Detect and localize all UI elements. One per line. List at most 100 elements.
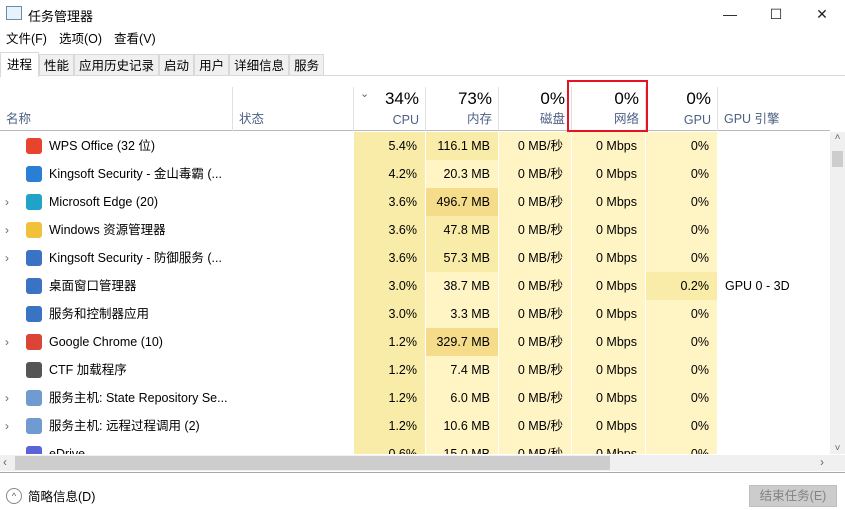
- horizontal-scroll-thumb[interactable]: [15, 456, 610, 470]
- process-row[interactable]: › 服务主机: State Repository Se... 1.2% 6.0 MB…: [0, 384, 830, 412]
- horizontal-scrollbar[interactable]: ‹ ›: [0, 455, 845, 471]
- menu-bar: 文件(F) 选项(O) 查看(V): [0, 29, 162, 49]
- column-disk[interactable]: 0% 磁盘: [498, 87, 571, 131]
- vertical-scrollbar[interactable]: ˄ ˅: [830, 132, 845, 454]
- process-cpu: 1.2%: [353, 384, 425, 412]
- expand-chevron-icon[interactable]: ›: [5, 244, 9, 272]
- process-name: Google Chrome (10): [49, 335, 163, 349]
- minimize-button[interactable]: —: [707, 0, 753, 28]
- process-row[interactable]: CTF 加载程序 1.2% 7.4 MB 0 MB/秒 0 Mbps 0%: [0, 356, 830, 384]
- memory-label: 内存: [466, 112, 492, 126]
- process-row[interactable]: › Microsoft Edge (20) 3.6% 496.7 MB 0 MB/秒 0…: [0, 188, 830, 216]
- tab-processes[interactable]: 进程: [0, 52, 40, 77]
- process-mem: 329.7 MB: [425, 328, 498, 356]
- process-disk: 0 MB/秒: [498, 300, 571, 328]
- footer: ^ 简略信息(D) 结束任务(E): [0, 472, 845, 510]
- process-gpu-engine: [717, 328, 830, 356]
- process-net: 0 Mbps: [571, 412, 645, 440]
- scroll-left-icon[interactable]: ‹: [3, 455, 7, 469]
- process-cpu: 3.0%: [353, 300, 425, 328]
- column-header: 名称 状态 ⌄ 34% CPU 73% 内存 0% 磁盘 0% 网络 0% GPU GPU …: [0, 87, 830, 131]
- process-name: WPS Office (32 位): [49, 139, 156, 153]
- gpu-total: 0%: [686, 89, 711, 108]
- process-gpu: 0%: [645, 384, 717, 412]
- process-gpu: 0%: [645, 356, 717, 384]
- menu-file[interactable]: 文件(F): [0, 29, 53, 49]
- process-mem: 6.0 MB: [425, 384, 498, 412]
- process-icon: [26, 138, 42, 154]
- maximize-button[interactable]: ☐: [753, 0, 799, 28]
- process-disk: 0 MB/秒: [498, 328, 571, 356]
- end-task-button[interactable]: 结束任务(E): [749, 485, 837, 507]
- process-name: eDrive: [49, 447, 86, 454]
- expand-chevron-icon[interactable]: ›: [5, 384, 9, 412]
- process-net: 0 Mbps: [571, 384, 645, 412]
- process-disk: 0 MB/秒: [498, 272, 571, 300]
- process-gpu-engine: [717, 132, 830, 160]
- process-net: 0 Mbps: [571, 244, 645, 272]
- tab-app-history[interactable]: 应用历史记录: [74, 54, 160, 75]
- process-icon: [26, 250, 42, 266]
- column-gpu-engine[interactable]: GPU 引擎: [717, 87, 830, 131]
- cpu-label: CPU: [392, 113, 419, 127]
- process-row[interactable]: 桌面窗口管理器 3.0% 38.7 MB 0 MB/秒 0 Mbps 0.2% GPU 0 …: [0, 272, 830, 300]
- process-row[interactable]: 服务和控制器应用 3.0% 3.3 MB 0 MB/秒 0 Mbps 0%: [0, 300, 830, 328]
- process-net: 0 Mbps: [571, 328, 645, 356]
- menu-view[interactable]: 查看(V): [108, 29, 162, 49]
- process-list: WPS Office (32 位) 5.4% 116.1 MB 0 MB/秒 0 Mbp…: [0, 132, 830, 454]
- process-mem: 15.0 MB: [425, 440, 498, 454]
- process-cpu: 5.4%: [353, 132, 425, 160]
- process-disk: 0 MB/秒: [498, 412, 571, 440]
- scroll-down-icon[interactable]: ˅: [830, 443, 845, 454]
- cpu-total: 34%: [384, 89, 419, 108]
- gpu-engine-label: GPU 引擎: [724, 112, 780, 126]
- expand-chevron-icon[interactable]: ›: [5, 412, 9, 440]
- expand-chevron-icon[interactable]: ›: [5, 328, 9, 356]
- tab-bar: 进程 性能 应用历史记录 启动 用户 详细信息 服务: [0, 52, 845, 77]
- process-gpu-engine: [717, 440, 830, 454]
- vertical-scroll-thumb[interactable]: [832, 151, 843, 167]
- column-status[interactable]: 状态: [232, 87, 353, 131]
- process-gpu-engine: [717, 412, 830, 440]
- gpu-label: GPU: [683, 113, 711, 127]
- process-cpu: 3.0%: [353, 272, 425, 300]
- expand-chevron-icon[interactable]: ›: [5, 216, 9, 244]
- process-row[interactable]: › 服务主机: 远程过程调用 (2) 1.2% 10.6 MB 0 MB/秒 0 Mbp…: [0, 412, 830, 440]
- task-manager-icon: [6, 6, 22, 20]
- scroll-right-icon[interactable]: ›: [820, 455, 824, 469]
- process-gpu: 0%: [645, 216, 717, 244]
- column-name[interactable]: 名称: [0, 87, 232, 131]
- tab-users[interactable]: 用户: [194, 54, 230, 75]
- column-cpu[interactable]: ⌄ 34% CPU: [353, 87, 425, 131]
- process-cpu: 3.6%: [353, 188, 425, 216]
- process-row[interactable]: › Kingsoft Security - 防御服务 (... 3.6% 57.3 …: [0, 244, 830, 272]
- process-row[interactable]: Kingsoft Security - 金山毒霸 (... 4.2% 20.3 MB…: [0, 160, 830, 188]
- close-button[interactable]: ✕: [799, 0, 845, 28]
- process-row[interactable]: › Google Chrome (10) 1.2% 329.7 MB 0 MB/秒 0 …: [0, 328, 830, 356]
- process-disk: 0 MB/秒: [498, 188, 571, 216]
- tab-performance[interactable]: 性能: [39, 54, 75, 75]
- process-cpu: 1.2%: [353, 328, 425, 356]
- menu-options[interactable]: 选项(O): [53, 29, 108, 49]
- process-cpu: 3.6%: [353, 244, 425, 272]
- process-row[interactable]: › Windows 资源管理器 3.6% 47.8 MB 0 MB/秒 0 Mbps 0%: [0, 216, 830, 244]
- column-gpu[interactable]: 0% GPU: [645, 87, 717, 131]
- process-net: 0 Mbps: [571, 132, 645, 160]
- expand-chevron-icon[interactable]: ›: [5, 188, 9, 216]
- tab-startup[interactable]: 启动: [159, 54, 195, 75]
- tab-services[interactable]: 服务: [289, 54, 325, 75]
- scroll-up-icon[interactable]: ˄: [830, 132, 845, 147]
- process-icon: [26, 278, 42, 294]
- process-cpu: 4.2%: [353, 160, 425, 188]
- column-memory[interactable]: 73% 内存: [425, 87, 498, 131]
- process-row[interactable]: WPS Office (32 位) 5.4% 116.1 MB 0 MB/秒 0 Mbp…: [0, 132, 830, 160]
- tab-details[interactable]: 详细信息: [229, 54, 290, 75]
- fewer-details-button[interactable]: ^ 简略信息(D): [6, 486, 95, 505]
- process-name: Kingsoft Security - 防御服务 (...: [49, 251, 222, 265]
- process-gpu: 0%: [645, 188, 717, 216]
- process-gpu-engine: [717, 188, 830, 216]
- title-bar: 任务管理器 — ☐ ✕: [0, 0, 845, 28]
- process-disk: 0 MB/秒: [498, 132, 571, 160]
- process-row[interactable]: eDrive 0.6% 15.0 MB 0 MB/秒 0 Mbps 0%: [0, 440, 830, 454]
- column-status-label: 状态: [239, 112, 265, 126]
